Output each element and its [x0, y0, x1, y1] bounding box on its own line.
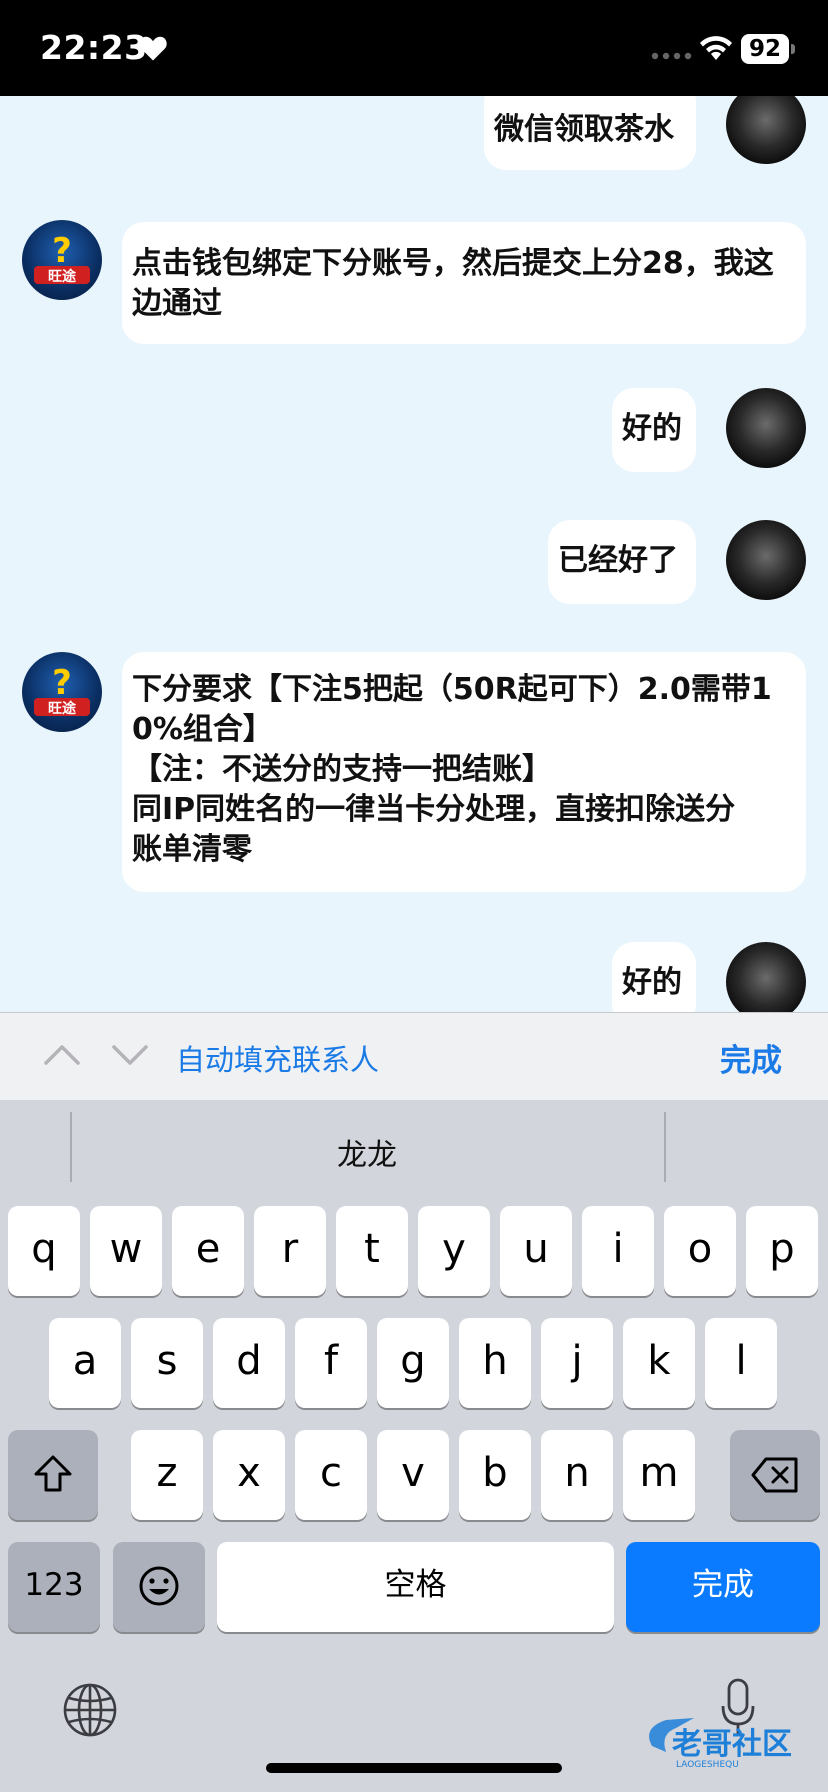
brand-logo-icon: ? 旺途 [34, 663, 90, 717]
brand-logo-icon: ? 旺途 [34, 231, 90, 285]
message-incoming: ? 旺途 下分要求【下注5把起（50R起可下）2.0需带1 0%组合】 【注：不… [0, 652, 828, 896]
chevron-down-icon[interactable] [108, 1035, 152, 1075]
chevron-up-icon[interactable] [40, 1035, 84, 1075]
message-incoming: ? 旺途 点击钱包绑定下分账号，然后提交上分28，我这边通过 [0, 220, 828, 350]
message-outgoing: 好的 [0, 942, 828, 1012]
status-time: 22:23 [40, 28, 148, 67]
message-bubble[interactable]: 已经好了 [548, 520, 696, 604]
key-k[interactable]: k [623, 1318, 695, 1408]
user-avatar[interactable] [726, 942, 806, 1012]
contact-avatar[interactable]: ? 旺途 [22, 652, 102, 732]
key-d[interactable]: d [213, 1318, 285, 1408]
candidate-word[interactable]: 龙龙 [70, 1130, 664, 1174]
key-t[interactable]: t [336, 1206, 408, 1296]
key-n[interactable]: n [541, 1430, 613, 1520]
message-outgoing: 已经好了 [0, 520, 828, 610]
message-text: 好的 [622, 965, 682, 1000]
user-avatar[interactable] [726, 388, 806, 468]
message-bubble[interactable]: 微信领取茶水 [484, 96, 696, 170]
candidate-bar: 龙龙 [0, 1100, 828, 1200]
status-bar: 22:23 92 [0, 0, 828, 96]
key-s[interactable]: s [131, 1318, 203, 1408]
backspace-icon [751, 1457, 798, 1493]
key-o[interactable]: o [664, 1206, 736, 1296]
home-indicator[interactable] [266, 1763, 562, 1773]
watermark-logo: 老哥社区 LAOGESHEQU [649, 1718, 792, 1770]
message-line: 0%组合】 [132, 712, 273, 747]
key-a[interactable]: a [49, 1318, 121, 1408]
emoji-icon [139, 1566, 179, 1606]
brand-logo-text: 旺途 [48, 700, 77, 717]
message-line: 【注：不送分的支持一把结账】 [132, 752, 552, 787]
message-text: 好的 [622, 411, 682, 446]
key-i[interactable]: i [582, 1206, 654, 1296]
keyboard-accessory-bar: 自动填充联系人 完成 [0, 1012, 828, 1100]
signal-icon [651, 52, 692, 60]
shift-key[interactable] [8, 1430, 98, 1520]
key-w[interactable]: w [90, 1206, 162, 1296]
key-m[interactable]: m [623, 1430, 695, 1520]
key-y[interactable]: y [418, 1206, 490, 1296]
key-h[interactable]: h [459, 1318, 531, 1408]
autofill-contact-button[interactable]: 自动填充联系人 [176, 1037, 379, 1079]
contact-avatar[interactable]: ? 旺途 [22, 220, 102, 300]
key-u[interactable]: u [500, 1206, 572, 1296]
message-outgoing: 微信领取茶水 [0, 96, 828, 176]
battery-indicator: 92 [741, 34, 789, 64]
brand-logo-text: 旺途 [48, 268, 77, 285]
message-bubble[interactable]: 好的 [612, 388, 696, 472]
key-g[interactable]: g [377, 1318, 449, 1408]
delete-key[interactable] [730, 1430, 820, 1520]
message-bubble[interactable]: 下分要求【下注5把起（50R起可下）2.0需带1 0%组合】 【注：不送分的支持… [122, 652, 806, 892]
message-outgoing: 好的 [0, 388, 828, 478]
key-z[interactable]: z [131, 1430, 203, 1520]
svg-text:?: ? [52, 663, 72, 703]
space-key[interactable]: 空格 [217, 1542, 614, 1632]
key-f[interactable]: f [295, 1318, 367, 1408]
key-j[interactable]: j [541, 1318, 613, 1408]
message-line: 下分要求【下注5把起（50R起可下）2.0需带1 [132, 672, 772, 707]
message-bubble[interactable]: 点击钱包绑定下分账号，然后提交上分28，我这边通过 [122, 222, 806, 344]
keyboard-done-key[interactable]: 完成 [626, 1542, 820, 1632]
keyboard: 龙龙 q w e r t y u i o p a s d f g h j k l… [0, 1100, 828, 1792]
message-text: 已经好了 [558, 543, 678, 578]
user-avatar[interactable] [726, 520, 806, 600]
globe-icon[interactable] [62, 1682, 118, 1738]
key-v[interactable]: v [377, 1430, 449, 1520]
key-l[interactable]: l [705, 1318, 777, 1408]
message-text: 微信领取茶水 [494, 112, 674, 147]
key-r[interactable]: r [254, 1206, 326, 1296]
shift-icon [34, 1455, 72, 1492]
done-button[interactable]: 完成 [720, 1035, 782, 1080]
emoji-key[interactable] [113, 1542, 205, 1632]
message-line: 账单清零 [132, 832, 252, 867]
battery-tip [791, 44, 795, 54]
heart-icon [139, 36, 167, 61]
key-e[interactable]: e [172, 1206, 244, 1296]
user-avatar[interactable] [726, 96, 806, 164]
message-text: 点击钱包绑定下分账号，然后提交上分28，我这边通过 [132, 246, 774, 321]
svg-text:?: ? [52, 231, 72, 271]
chat-area[interactable]: 微信领取茶水 ? 旺途 点击钱包绑定下分账号，然后提交上分28，我这边通过 好的… [0, 96, 828, 1012]
key-p[interactable]: p [746, 1206, 818, 1296]
watermark-title: 老哥社区 [672, 1727, 792, 1762]
watermark-subtitle: LAOGESHEQU [676, 1760, 739, 1770]
message-bubble[interactable]: 好的 [612, 942, 696, 1012]
numbers-key[interactable]: 123 [8, 1542, 100, 1632]
key-q[interactable]: q [8, 1206, 80, 1296]
message-line: 同IP同姓名的一律当卡分处理，直接扣除送分 [132, 792, 736, 827]
key-b[interactable]: b [459, 1430, 531, 1520]
key-x[interactable]: x [213, 1430, 285, 1520]
candidate-divider [664, 1112, 666, 1182]
wifi-icon [700, 36, 732, 60]
key-c[interactable]: c [295, 1430, 367, 1520]
